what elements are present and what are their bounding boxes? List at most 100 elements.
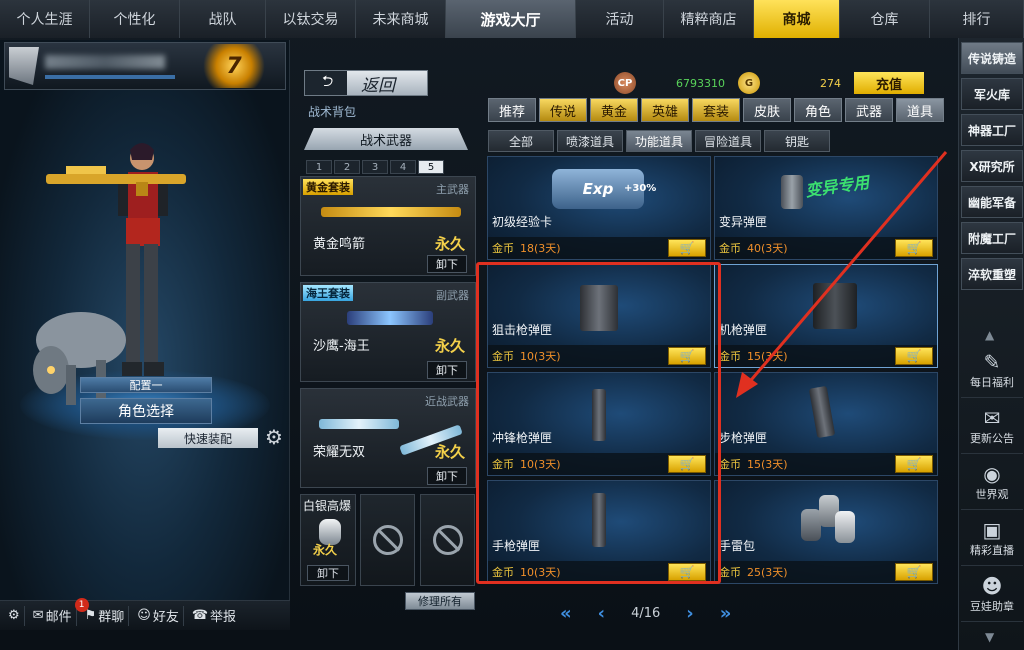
side-reshape[interactable]: 淬软重塑 <box>961 258 1023 290</box>
tab-legend[interactable]: 传说 <box>539 98 587 122</box>
weapon-permanent: 永久 <box>434 443 465 461</box>
tab-gold[interactable]: 黄金 <box>590 98 638 122</box>
nav-personalize[interactable]: 个性化 <box>90 0 180 38</box>
repair-all-button[interactable]: 修理所有 <box>405 592 475 610</box>
subtab-keys[interactable]: 钥匙 <box>764 130 830 152</box>
tab-set[interactable]: 套装 <box>692 98 740 122</box>
side-update-notes[interactable]: ✉ 更新公告 <box>961 398 1023 454</box>
grenade-unload-button[interactable]: 卸下 <box>307 565 349 581</box>
quick-equip-button[interactable]: 快速装配 <box>158 428 258 448</box>
cart-icon: 🛒 <box>906 565 922 579</box>
side-douwa[interactable]: ☻ 豆娃助章 <box>961 566 1023 622</box>
cart-button[interactable]: 🛒 <box>895 563 933 581</box>
tab-hero[interactable]: 英雄 <box>641 98 689 122</box>
shop-item-exp-card[interactable]: Exp +30% 初级经验卡 金币 18(3天) 🛒 <box>487 156 711 260</box>
scroll-down-icon[interactable]: ▼ <box>985 630 994 644</box>
bag-page-5[interactable]: 5 <box>418 160 444 174</box>
item-price: 25(3天) <box>747 566 788 579</box>
side-x-lab[interactable]: X研究所 <box>961 150 1023 182</box>
nav-essence-shop[interactable]: 精粹商店 <box>664 0 754 38</box>
subtab-adventure[interactable]: 冒险道具 <box>695 130 761 152</box>
unload-button[interactable]: 卸下 <box>427 361 467 379</box>
side-arsenal[interactable]: 军火库 <box>961 78 1023 110</box>
melee-weapon-card[interactable]: 近战武器 荣耀无双 永久 卸下 <box>300 388 476 488</box>
subtab-functional[interactable]: 功能道具 <box>626 130 692 152</box>
gold-balance: 274 <box>820 77 841 90</box>
nav-future-mall[interactable]: 未来商城 <box>356 0 446 38</box>
side-live-stream[interactable]: ▣ 精彩直播 <box>961 510 1023 566</box>
tab-weapons[interactable]: 武器 <box>845 98 893 122</box>
ban-icon <box>373 525 403 555</box>
weapon-permanent: 永久 <box>434 235 465 253</box>
weapon-set-tag: 海王套装 <box>303 285 353 301</box>
item-price: 18(3天) <box>520 242 561 255</box>
nav-mall[interactable]: 商城 <box>754 0 840 38</box>
side-daily-rewards[interactable]: ✎ 每日福利 <box>961 342 1023 398</box>
shop-pager: « ‹ 4/16 › » <box>560 600 860 626</box>
unload-button[interactable]: 卸下 <box>427 467 467 485</box>
side-world-view[interactable]: ◉ 世界观 <box>961 454 1023 510</box>
scroll-up-icon[interactable]: ▲ <box>985 328 994 342</box>
report-button[interactable]: ☎ 举报 <box>188 606 240 626</box>
unload-button[interactable]: 卸下 <box>427 255 467 273</box>
grenade-pack-icon <box>801 491 855 545</box>
settings-gear-icon[interactable]: ⚙ <box>262 425 286 449</box>
gold-coin-icon: G <box>738 72 760 94</box>
subcategory-tabs: 全部 喷漆道具 功能道具 冒险道具 钥匙 <box>488 130 830 152</box>
item-name: 手雷包 <box>719 539 756 553</box>
empty-slot <box>360 494 415 586</box>
back-button[interactable]: ⮌ 返回 <box>304 70 428 96</box>
nav-trade[interactable]: 以钛交易 <box>266 0 356 38</box>
tab-character[interactable]: 角色 <box>794 98 842 122</box>
subtab-all[interactable]: 全部 <box>488 130 554 152</box>
side-legend-forge[interactable]: 传说铸造 <box>961 42 1023 74</box>
nav-activity[interactable]: 活动 <box>576 0 664 38</box>
secondary-weapon-card[interactable]: 海王套装 副武器 沙鹰-海王 永久 卸下 <box>300 282 476 382</box>
weapon-permanent: 永久 <box>434 337 465 355</box>
bag-page-2[interactable]: 2 <box>334 160 360 174</box>
tab-skin[interactable]: 皮肤 <box>743 98 791 122</box>
recharge-button[interactable]: 充值 <box>854 72 924 94</box>
bag-page-3[interactable]: 3 <box>362 160 388 174</box>
side-artifact-factory[interactable]: 神器工厂 <box>961 114 1023 146</box>
shop-item-grenade-pack[interactable]: 手雷包 金币 25(3天) 🛒 <box>714 480 938 584</box>
prev-page-icon[interactable]: ‹ <box>598 603 605 624</box>
tab-recommend[interactable]: 推荐 <box>488 98 536 122</box>
next-page-icon[interactable]: › <box>686 603 693 624</box>
tab-items[interactable]: 道具 <box>896 98 944 122</box>
mail-button[interactable]: ✉ 邮件 1 <box>29 597 89 626</box>
report-label: 举报 <box>210 610 237 625</box>
bag-page-1[interactable]: 1 <box>306 160 332 174</box>
side-enchant-factory[interactable]: 附魔工厂 <box>961 222 1023 254</box>
side-phantom-armory[interactable]: 幽能军备 <box>961 186 1023 218</box>
role-select-button[interactable]: 角色选择 <box>80 398 212 424</box>
cart-button[interactable]: 🛒 <box>668 239 706 257</box>
bag-page-4[interactable]: 4 <box>390 160 416 174</box>
friends-button[interactable]: ☺ 好友 <box>133 605 184 626</box>
weapon-name: 黄金鸣箭 <box>313 237 366 252</box>
item-currency: 金币 <box>719 458 741 471</box>
melee-blade-icon <box>319 419 399 429</box>
annotation-arrow <box>736 151 948 398</box>
first-page-icon[interactable]: « <box>560 603 572 624</box>
golden-rifle-icon <box>46 166 186 196</box>
nav-ranking[interactable]: 排行 <box>930 0 1024 38</box>
left-bottom-bar: ⚙ ✉ 邮件 1 ⚑ 群聊 ☺ 好友 ☎ 举报 <box>0 597 290 630</box>
grenade-slot[interactable]: 白银高爆 永久 卸下 <box>300 494 356 586</box>
mail-badge: 1 <box>74 597 89 612</box>
bag-label: 战术背包 <box>308 105 357 119</box>
nav-career[interactable]: 个人生涯 <box>0 0 90 38</box>
primary-weapon-card[interactable]: 黄金套装 主武器 黄金鸣箭 永久 卸下 <box>300 176 476 276</box>
subtab-spray[interactable]: 喷漆道具 <box>557 130 623 152</box>
last-page-icon[interactable]: » <box>720 603 732 624</box>
settings-button[interactable]: ⚙ <box>4 605 25 626</box>
weapon-name: 沙鹰-海王 <box>313 339 370 354</box>
nav-clan[interactable]: 战队 <box>180 0 266 38</box>
item-name: 初级经验卡 <box>492 215 553 229</box>
mail-label: 邮件 <box>45 610 72 625</box>
nav-game-hall[interactable]: 游戏大厅 <box>446 0 576 38</box>
loadout-label[interactable]: 配置一 <box>80 377 212 393</box>
cart-button[interactable]: 🛒 <box>895 455 933 473</box>
nav-warehouse[interactable]: 仓库 <box>840 0 930 38</box>
item-currency: 金币 <box>719 566 741 579</box>
